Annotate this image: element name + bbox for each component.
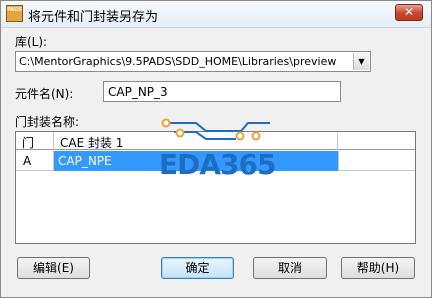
edit-button[interactable]: 编辑(E) [17, 257, 90, 279]
close-button[interactable]: ✕ [395, 4, 423, 21]
part-name-value: CAP_NP_3 [108, 85, 168, 99]
gate-cell[interactable]: A [16, 151, 54, 171]
dialog-title: 将元件和门封装另存为 [28, 10, 159, 25]
help-button[interactable]: 帮助(H) [341, 257, 415, 279]
library-combobox[interactable]: C:\MentorGraphics\9.5PADS\SDD_HOME\Libra… [15, 51, 371, 72]
part-name-label: 元件名(N): [15, 87, 74, 101]
title-bar[interactable]: PADS 将元件和门封装另存为 ✕ [1, 1, 431, 28]
part-name-input[interactable]: CAP_NP_3 [103, 81, 341, 102]
gate-cell-text: A [23, 154, 32, 168]
watermark-text: EDA365 [159, 148, 276, 181]
library-label: 库(L): [15, 35, 48, 49]
ok-button[interactable]: 确定 [161, 257, 234, 279]
library-path: C:\MentorGraphics\9.5PADS\SDD_HOME\Libra… [19, 55, 337, 68]
cancel-button[interactable]: 取消 [253, 257, 327, 279]
column-header-gate-label: 门 [22, 136, 35, 150]
empty-cell [338, 151, 415, 171]
column-header-gate[interactable]: 门 [16, 132, 54, 150]
column-header-filler [338, 132, 415, 150]
pads-app-icon: PADS [6, 5, 23, 22]
save-part-dialog: PADS 将元件和门封装另存为 ✕ 库(L): C:\MentorGraphic… [0, 0, 432, 298]
chevron-down-icon[interactable]: ▼ [353, 53, 369, 70]
gate-decal-label: 门封装名称: [15, 115, 80, 129]
eda365-watermark: EDA365 [156, 118, 276, 184]
column-header-decal-label: CAE 封装 1 [60, 136, 124, 150]
decal-cell-text: CAP_NPE [58, 154, 112, 168]
